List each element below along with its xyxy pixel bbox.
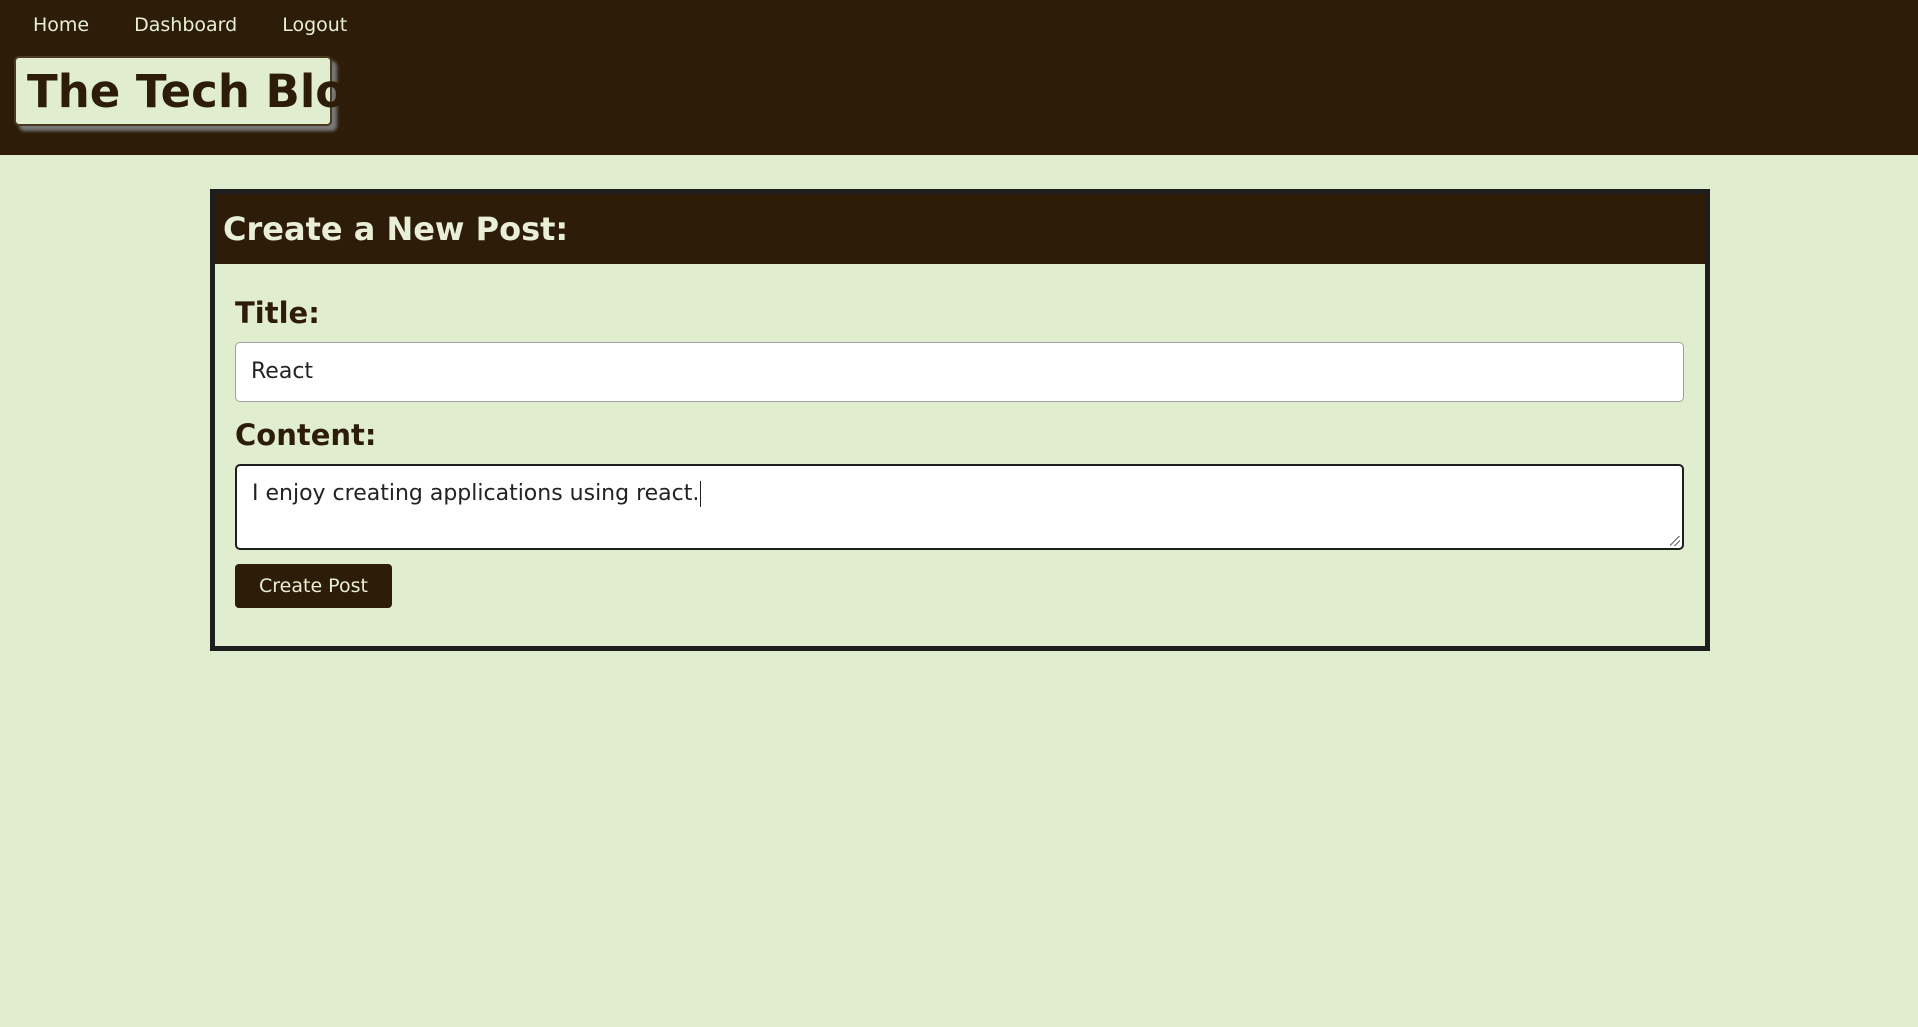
create-post-button[interactable]: Create Post [235,564,392,608]
top-header: Home Dashboard Logout The Tech Blog [0,0,1918,155]
new-post-card: Create a New Post: Title: React Content:… [210,189,1710,651]
site-brand: The Tech Blog [14,56,378,126]
resize-handle-icon[interactable] [1670,536,1680,546]
content-label: Content: [235,418,377,452]
card-header: Create a New Post: [215,194,1705,264]
site-title: The Tech Blog [27,64,379,118]
nav-home-link[interactable]: Home [33,12,89,38]
card-heading: Create a New Post: [223,210,569,248]
title-label: Title: [235,296,320,330]
nav-dashboard-link[interactable]: Dashboard [134,12,237,38]
content-textarea[interactable]: I enjoy creating applications using reac… [235,464,1684,550]
text-caret [700,481,702,507]
post-form: Title: React Content: I enjoy creating a… [215,264,1705,608]
nav-logout-link[interactable]: Logout [282,12,347,38]
main-nav: Home Dashboard Logout [33,12,392,38]
title-input[interactable]: React [235,342,1684,402]
content-text: I enjoy creating applications using reac… [252,481,700,506]
